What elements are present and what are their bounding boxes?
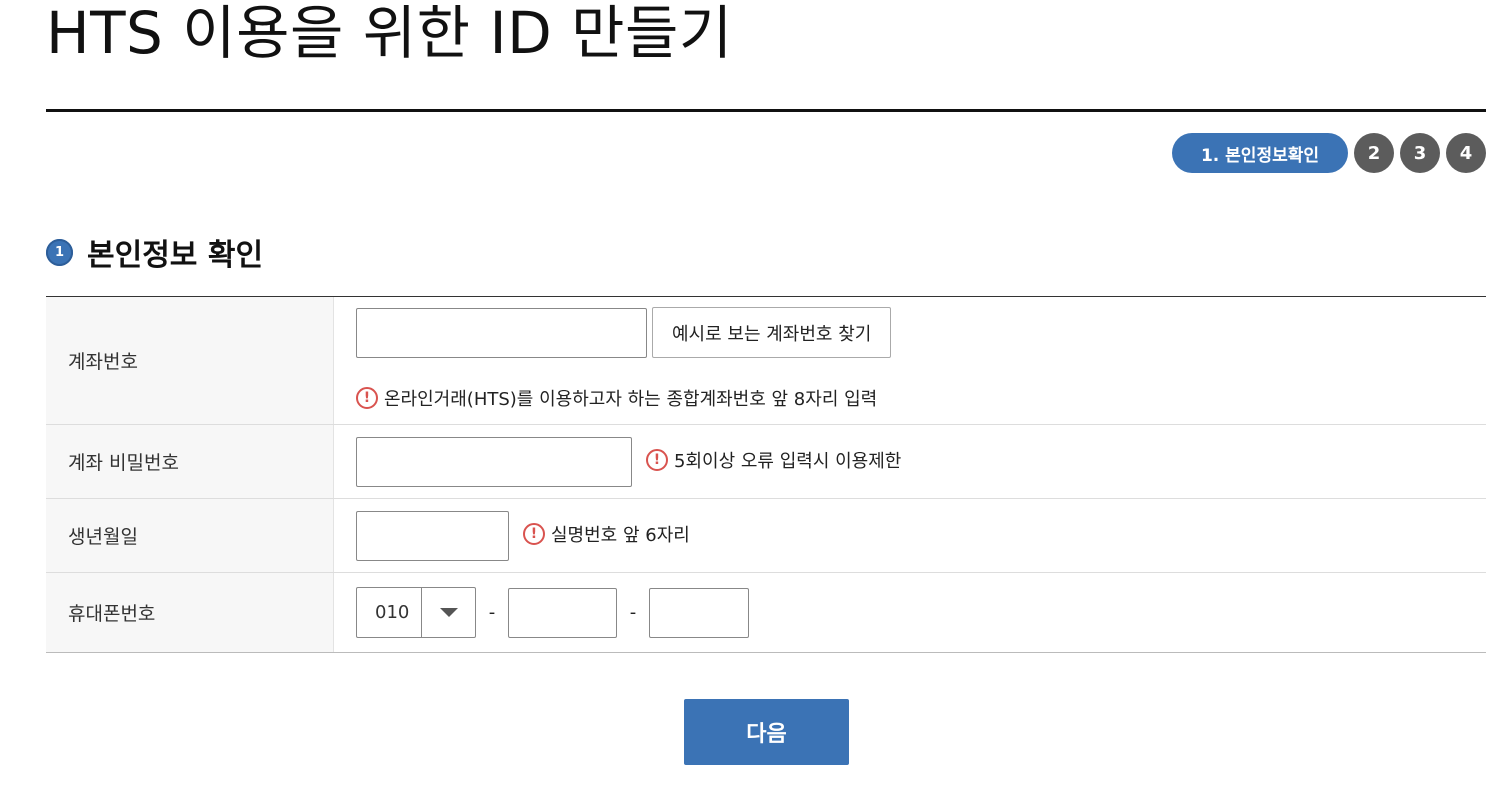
step-1-active: 1. 본인정보확인 [1171,133,1348,173]
page-title: HTS 이용을 위한 ID 만들기 [46,0,733,67]
birth-date-label: 생년월일 [46,499,334,572]
birth-date-input[interactable] [356,510,509,561]
account-password-row: 계좌 비밀번호 ! 5회이상 오류 입력시 이용제한 [46,425,1486,499]
birth-date-notice-text: 실명번호 앞 6자리 [551,524,690,546]
section-title: 본인정보 확인 [87,238,264,273]
section-heading: 1 본인정보 확인 [46,230,263,274]
phone-separator-2: - [629,602,637,623]
phone-prefix-select[interactable]: 010 [356,587,476,638]
account-password-label: 계좌 비밀번호 [46,425,334,498]
warning-icon: ! [646,448,668,471]
identity-form: 계좌번호 예시로 보는 계좌번호 찾기 ! 온라인거래(HTS)를 이용하고자 … [46,296,1486,653]
step-indicator: 1. 본인정보확인 2 3 4 [1171,133,1486,173]
title-divider [46,109,1486,112]
phone-last-input[interactable] [649,587,749,638]
account-number-label: 계좌번호 [46,297,334,424]
account-password-input[interactable] [356,436,632,487]
account-number-notice: ! 온라인거래(HTS)를 이용하고자 하는 종합계좌번호 앞 8자리 입력 [356,385,877,411]
phone-prefix-value: 010 [375,602,410,623]
warning-icon: ! [523,522,545,545]
step-3: 3 [1400,133,1440,173]
step-4: 4 [1446,133,1486,173]
phone-row: 휴대폰번호 010 - - [46,573,1486,653]
account-number-row: 계좌번호 예시로 보는 계좌번호 찾기 ! 온라인거래(HTS)를 이용하고자 … [46,297,1486,425]
account-password-notice-text: 5회이상 오류 입력시 이용제한 [674,450,902,472]
account-password-notice: ! 5회이상 오류 입력시 이용제한 [646,447,901,473]
account-password-cell: ! 5회이상 오류 입력시 이용제한 [334,425,1486,498]
dropdown-arrow[interactable] [421,588,475,637]
find-account-example-button[interactable]: 예시로 보는 계좌번호 찾기 [652,307,892,358]
phone-label: 휴대폰번호 [46,573,334,652]
birth-date-cell: ! 실명번호 앞 6자리 [334,499,1486,572]
account-number-input[interactable] [356,307,647,358]
phone-separator-1: - [488,602,496,623]
birth-date-row: 생년월일 ! 실명번호 앞 6자리 [46,499,1486,573]
step-2: 2 [1354,133,1394,173]
birth-date-notice: ! 실명번호 앞 6자리 [523,521,690,547]
caret-down-icon [439,608,458,617]
phone-cell: 010 - - [334,573,1486,652]
next-button[interactable]: 다음 [684,699,849,765]
warning-icon: ! [356,387,378,409]
account-number-cell: 예시로 보는 계좌번호 찾기 ! 온라인거래(HTS)를 이용하고자 하는 종합… [334,297,1486,424]
account-number-notice-text: 온라인거래(HTS)를 이용하고자 하는 종합계좌번호 앞 8자리 입력 [384,389,878,410]
phone-middle-input[interactable] [508,587,617,638]
section-number-badge: 1 [46,238,73,266]
